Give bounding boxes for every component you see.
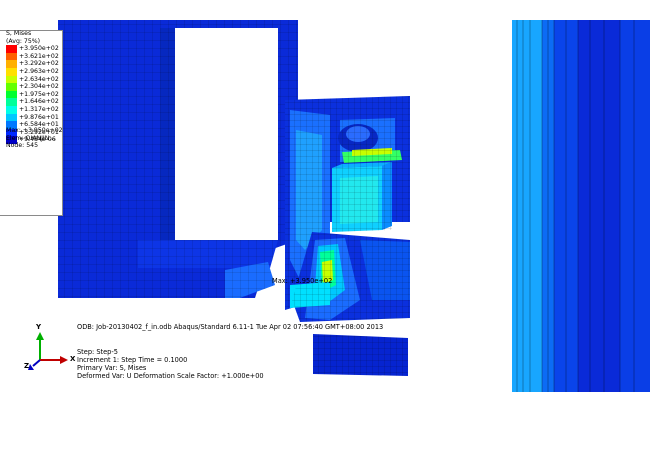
legend-entry: +1.975e+02 (0, 90, 62, 99)
legend-entry: +1.317e+02 (0, 105, 62, 114)
axis-y-label: Y (36, 323, 42, 331)
deformed-var-info: Deformed Var: U Deformation Scale Factor… (77, 372, 264, 380)
legend-value: +2.304e+02 (19, 83, 59, 91)
legend-value: +1.317e+02 (19, 105, 59, 113)
legend-entry: +2.634e+02 (0, 75, 62, 84)
legend-subtitle: (Avg: 75%) (6, 37, 41, 45)
block-part (332, 162, 392, 232)
legend-value: +3.621e+02 (19, 52, 59, 60)
legend-entry: +1.646e+02 (0, 98, 62, 106)
legend-value: +3.950e+02 (19, 45, 59, 53)
legend-swatch (6, 67, 17, 76)
legend-node: Node: 545 (6, 142, 39, 150)
legend-swatch (6, 98, 17, 106)
max-marker-label: Max: +3.950e+02 (272, 277, 333, 285)
axis-z-label: Z (24, 362, 30, 370)
legend-value: +9.876e+01 (19, 113, 59, 121)
frame-part (58, 20, 298, 298)
legend-entry: +3.621e+02 (0, 52, 62, 61)
legend-entry: +3.950e+02 (0, 45, 62, 53)
legend-title: S, Mises (6, 30, 32, 37)
model-viewport[interactable] (0, 0, 650, 450)
legend-swatch (6, 105, 17, 114)
legend-swatch (6, 113, 17, 122)
legend-value: +2.634e+02 (19, 75, 59, 83)
axis-triad (28, 332, 68, 370)
odb-info: ODB: Job-20130402_f_in.odb Abaqus/Standa… (77, 323, 384, 331)
column-part (512, 20, 650, 392)
legend-value: +1.646e+02 (19, 98, 59, 106)
legend-swatch (6, 83, 17, 91)
legend-entry: +3.292e+02 (0, 60, 62, 68)
legend-value: +1.975e+02 (19, 90, 59, 98)
legend-swatch (6, 45, 17, 53)
legend-swatch (6, 90, 17, 99)
legend-swatch (6, 52, 17, 61)
legend-max: Max: +3.950e+02 (6, 127, 63, 134)
legend-entry: +2.963e+02 (0, 67, 62, 76)
legend-value: +3.292e+02 (19, 60, 59, 68)
legend-swatch (6, 75, 17, 84)
legend-swatch (6, 60, 17, 68)
legend-value: +2.963e+02 (19, 67, 59, 75)
base-plate (313, 334, 408, 376)
legend-footer: Max: +3.950e+02 Elem: QIANJIN... Node: 5… (6, 127, 63, 150)
legend-entry: +9.876e+01 (0, 113, 62, 122)
axis-x-label: X (70, 355, 76, 363)
legend-entry: +2.304e+02 (0, 83, 62, 91)
legend-elem: Elem: QIANJIN... (6, 134, 56, 142)
